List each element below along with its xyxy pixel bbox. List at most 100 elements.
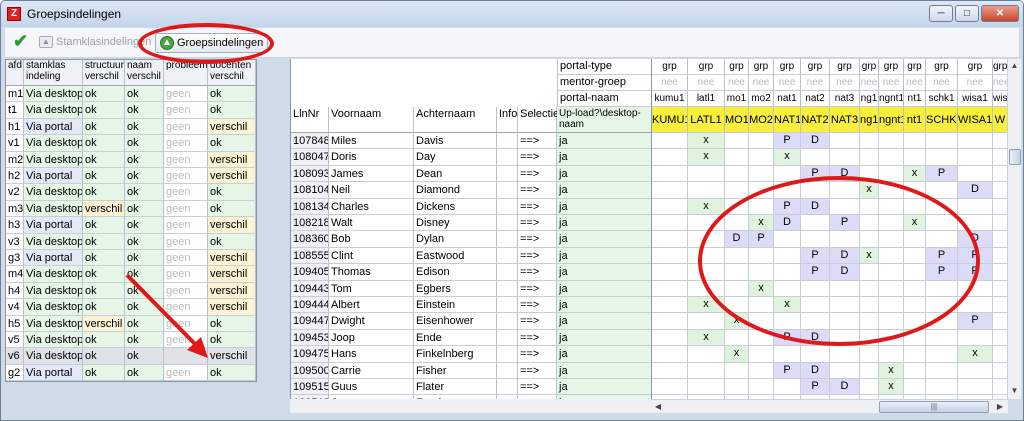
group-cell[interactable] bbox=[879, 346, 904, 363]
scroll-thumb[interactable]: ||| bbox=[879, 401, 989, 413]
scroll-down-icon[interactable]: ▼ bbox=[1008, 384, 1021, 398]
group-cell[interactable] bbox=[904, 346, 926, 363]
group-cell[interactable] bbox=[993, 247, 1008, 265]
group-cell[interactable] bbox=[958, 362, 993, 379]
group-cell[interactable] bbox=[993, 182, 1008, 199]
checkmark-icon[interactable]: ✔ bbox=[13, 32, 28, 50]
group-cell[interactable] bbox=[993, 297, 1008, 314]
table-row[interactable]: v4 Via desktop ok ok geen verschil bbox=[6, 299, 256, 316]
group-cell[interactable] bbox=[830, 362, 860, 379]
group-cell[interactable] bbox=[652, 280, 688, 297]
group-cell[interactable] bbox=[688, 182, 725, 199]
group-cell[interactable]: P bbox=[774, 133, 801, 150]
group-cell[interactable] bbox=[860, 379, 879, 396]
table-row[interactable]: v2 Via desktop ok ok geen ok bbox=[6, 184, 256, 201]
column-header[interactable]: Achternaam bbox=[414, 107, 497, 133]
table-row[interactable]: h1 Via portal ok ok geen verschil bbox=[6, 118, 256, 136]
table-row[interactable]: m3 Via desktop verschil ok geen ok bbox=[6, 200, 256, 218]
group-cell[interactable] bbox=[879, 149, 904, 166]
column-header[interactable]: Voornaam bbox=[329, 107, 414, 133]
group-cell[interactable] bbox=[749, 165, 774, 183]
group-cell[interactable] bbox=[926, 149, 958, 166]
group-cell[interactable] bbox=[958, 149, 993, 166]
student-row[interactable]: 108104 Neil Diamond ==> ja bbox=[291, 182, 651, 199]
close-button[interactable]: ✕ bbox=[981, 5, 1019, 22]
group-cell[interactable] bbox=[830, 346, 860, 363]
column-header[interactable]: stamklas indeling bbox=[24, 60, 83, 86]
group-cell[interactable]: x bbox=[688, 198, 725, 215]
group-cell[interactable] bbox=[725, 379, 749, 396]
group-cell[interactable] bbox=[993, 264, 1008, 281]
group-cell[interactable] bbox=[652, 182, 688, 199]
group-cell[interactable] bbox=[926, 362, 958, 379]
maximize-button[interactable]: □ bbox=[955, 5, 979, 22]
group-header[interactable]: ng1 bbox=[860, 107, 879, 133]
group-header[interactable]: SCHK1 bbox=[926, 107, 958, 133]
group-cell[interactable] bbox=[774, 379, 801, 396]
group-cell[interactable] bbox=[652, 313, 688, 330]
group-header[interactable]: NAT2 bbox=[801, 107, 830, 133]
group-cell[interactable] bbox=[652, 379, 688, 396]
table-cell[interactable]: ==> bbox=[518, 198, 557, 215]
group-cell[interactable] bbox=[652, 362, 688, 379]
group-cell[interactable] bbox=[688, 165, 725, 183]
group-cell[interactable] bbox=[652, 297, 688, 314]
table-row[interactable]: m1 Via desktop ok ok geen ok bbox=[6, 86, 256, 103]
student-row[interactable]: 109500 Carrie Fisher ==> ja bbox=[291, 362, 651, 379]
group-cell[interactable] bbox=[688, 379, 725, 396]
group-cell[interactable] bbox=[749, 346, 774, 363]
table-cell[interactable]: ==> bbox=[518, 133, 557, 150]
student-row[interactable]: 109444 Albert Einstein ==> ja bbox=[291, 297, 651, 314]
group-cell[interactable] bbox=[904, 133, 926, 150]
group-cell[interactable] bbox=[926, 346, 958, 363]
group-cell[interactable] bbox=[993, 379, 1008, 396]
column-header[interactable]: Info bbox=[497, 107, 518, 133]
stamklasindelingen-button[interactable]: ▲ Stamklasindelingen bbox=[39, 36, 151, 49]
minimize-button[interactable]: ─ bbox=[929, 5, 953, 22]
student-row[interactable]: 108218 Walt Disney ==> ja bbox=[291, 215, 651, 232]
group-cell[interactable] bbox=[652, 346, 688, 363]
group-cell[interactable] bbox=[993, 149, 1008, 166]
group-cell[interactable]: P bbox=[774, 362, 801, 379]
group-cell[interactable]: x bbox=[688, 133, 725, 150]
table-row[interactable]: h2 Via portal ok ok geen verschil bbox=[6, 168, 256, 185]
group-cell[interactable] bbox=[993, 313, 1008, 330]
table-cell[interactable]: ==> bbox=[518, 379, 557, 396]
student-row[interactable]: 108555 Clint Eastwood ==> ja bbox=[291, 247, 651, 265]
vertical-scrollbar[interactable]: ▲ ▼ bbox=[1007, 59, 1021, 399]
group-cell[interactable] bbox=[830, 149, 860, 166]
group-cell[interactable] bbox=[993, 346, 1008, 363]
group-cell[interactable] bbox=[652, 133, 688, 150]
group-cell[interactable] bbox=[725, 133, 749, 150]
group-cell[interactable] bbox=[774, 346, 801, 363]
table-cell[interactable]: ==> bbox=[518, 215, 557, 232]
group-cell[interactable] bbox=[652, 215, 688, 232]
scroll-left-icon[interactable]: ◀ bbox=[651, 400, 665, 413]
column-header[interactable]: Up-load?\desktop-naam bbox=[557, 107, 651, 133]
group-cell[interactable] bbox=[993, 231, 1008, 248]
group-header[interactable]: nt1 bbox=[904, 107, 926, 133]
group-cell[interactable] bbox=[993, 362, 1008, 379]
group-header[interactable]: MO1 bbox=[725, 107, 749, 133]
group-cell[interactable] bbox=[749, 149, 774, 166]
table-cell[interactable]: ==> bbox=[518, 165, 557, 183]
group-cell[interactable]: P bbox=[926, 165, 958, 183]
group-cell[interactable]: D bbox=[958, 182, 993, 199]
column-header[interactable]: docenten verschil bbox=[208, 60, 256, 86]
group-header[interactable]: W bbox=[993, 107, 1008, 133]
group-cell[interactable] bbox=[904, 362, 926, 379]
group-cell[interactable]: x bbox=[958, 346, 993, 363]
group-cell[interactable] bbox=[652, 231, 688, 248]
group-cell[interactable]: x bbox=[904, 165, 926, 183]
group-cell[interactable] bbox=[652, 165, 688, 183]
group-header[interactable]: NAT3 bbox=[830, 107, 860, 133]
group-cell[interactable]: D bbox=[801, 362, 830, 379]
group-cell[interactable]: D bbox=[830, 379, 860, 396]
group-cell[interactable] bbox=[749, 379, 774, 396]
student-row[interactable]: 109515 Guus Flater ==> ja bbox=[291, 379, 651, 396]
table-row[interactable]: h5 Via desktop verschil ok geen ok bbox=[6, 315, 256, 332]
group-cell[interactable] bbox=[926, 329, 958, 347]
table-cell[interactable]: ==> bbox=[518, 280, 557, 297]
table-cell[interactable]: ==> bbox=[518, 329, 557, 347]
group-cell[interactable] bbox=[652, 198, 688, 215]
